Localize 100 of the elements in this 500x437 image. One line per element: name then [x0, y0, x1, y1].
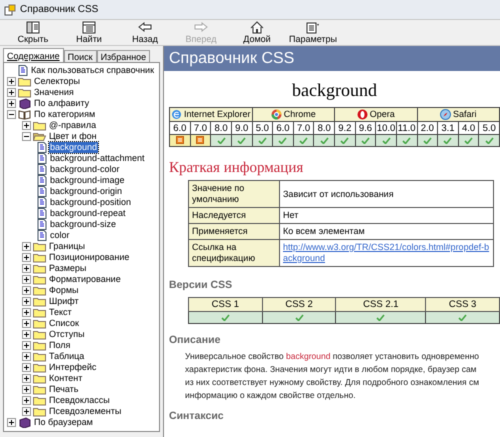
expand-toggle-icon[interactable] — [22, 253, 31, 262]
tree-item[interactable]: Псевдоклассы — [48, 395, 111, 406]
tree-item[interactable]: Таблица — [48, 351, 86, 362]
folder-icon — [33, 307, 46, 318]
toolbar-button[interactable]: Скрыть — [10, 21, 56, 45]
expand-toggle-icon[interactable] — [22, 352, 31, 361]
expand-toggle-icon[interactable] — [22, 275, 31, 284]
tree-item[interactable]: Контент — [48, 373, 84, 384]
expand-toggle-icon[interactable] — [22, 407, 31, 416]
tree-item[interactable]: Форматирование — [48, 274, 122, 285]
page-icon — [37, 153, 47, 164]
tab[interactable]: Избранное — [96, 50, 150, 62]
house-icon — [249, 21, 265, 34]
circle-logo-icon — [270, 109, 282, 120]
expand-toggle-icon[interactable] — [22, 385, 31, 394]
check-icon — [464, 136, 474, 144]
tree-item[interactable]: Позиционирование — [48, 252, 130, 263]
tree-item[interactable]: Интерфейс — [48, 362, 98, 373]
folder-icon — [33, 263, 46, 274]
tree-item[interactable]: background-origin — [49, 186, 124, 197]
tree-item[interactable]: Шрифт — [48, 296, 80, 307]
section-heading: Версии CSS — [169, 279, 234, 291]
toolbar-button[interactable]: Параметры — [290, 21, 336, 45]
page-icon — [37, 142, 47, 153]
expand-toggle-icon[interactable] — [22, 396, 31, 405]
description-paragraph: Универсальное свойство background позволяет установить одновременно характеристик фона. Значения могут идти в любом порядке, браузер сам из них соответствует нужному свойству. Для подробного ознакомления см информацию о каждом свойстве отдельно. — [185, 350, 480, 402]
expand-toggle-icon[interactable] — [22, 374, 31, 383]
table-cell: Применяется — [188, 224, 280, 240]
tree-item[interactable]: Псевдоэлементы — [48, 406, 122, 417]
expand-toggle-icon[interactable] — [22, 286, 31, 295]
tree-item[interactable]: background-repeat — [49, 208, 127, 219]
collapse-toggle-icon[interactable] — [22, 132, 31, 141]
expand-toggle-icon[interactable] — [22, 319, 31, 328]
tab[interactable]: Содержание — [3, 48, 64, 62]
tree-item[interactable]: По алфавиту — [33, 98, 90, 109]
collapse-toggle-icon[interactable] — [7, 110, 16, 119]
tree-item[interactable]: Значения — [33, 87, 75, 98]
expand-toggle-icon[interactable] — [22, 264, 31, 273]
compass-icon — [440, 109, 451, 120]
tree-item[interactable]: background — [49, 142, 98, 153]
check-icon — [402, 136, 412, 144]
expand-toggle-icon[interactable] — [7, 418, 16, 427]
tree-item[interactable]: Текст — [48, 307, 73, 318]
browser-name: Opera — [370, 109, 395, 120]
expand-toggle-icon[interactable] — [7, 88, 16, 97]
tree-item[interactable]: Формы — [48, 285, 80, 296]
folder-icon — [33, 373, 46, 384]
table-cell: CSS 1 — [188, 298, 262, 312]
folder-icon — [33, 241, 46, 252]
tree-item[interactable]: background-position — [49, 197, 132, 208]
tree-item[interactable]: Список — [48, 318, 80, 329]
expand-toggle-icon[interactable] — [22, 308, 31, 317]
check-icon — [278, 136, 288, 144]
tree-item[interactable]: Отступы — [48, 329, 86, 340]
tree-item[interactable]: Поля — [48, 340, 72, 351]
folder-icon — [33, 120, 46, 131]
tree-item[interactable]: Границы — [48, 241, 86, 252]
tree-item[interactable]: По категориям — [33, 109, 96, 120]
page-title: background — [291, 79, 378, 101]
folder-icon — [33, 340, 46, 351]
table-cell: Значение по умолчанию — [188, 180, 280, 208]
expand-toggle-icon[interactable] — [22, 121, 31, 130]
folder-icon — [33, 395, 46, 406]
tree-item[interactable]: Селекторы — [33, 76, 82, 87]
folder-icon — [18, 87, 31, 98]
tree-item[interactable]: @-правила — [48, 120, 98, 131]
folder-icon — [33, 318, 46, 329]
check-icon — [320, 136, 329, 144]
table-cell: CSS 2 — [262, 298, 336, 312]
expand-toggle-icon[interactable] — [7, 77, 16, 86]
toolbar-button[interactable]: Домой — [234, 21, 280, 45]
tree-item[interactable]: background-size — [49, 219, 118, 230]
browser-name: Safari — [452, 109, 476, 120]
letter-o-icon — [356, 109, 368, 120]
toolbar-button[interactable]: Найти — [66, 21, 112, 45]
tree-item[interactable]: background-attachment — [49, 153, 146, 164]
property-link[interactable]: background — [286, 351, 330, 361]
check-icon — [382, 136, 391, 144]
table-cell: CSS 3 — [426, 298, 500, 312]
right-arrow-icon — [193, 21, 209, 34]
tree-item[interactable]: Печать — [48, 384, 80, 395]
expand-toggle-icon[interactable] — [22, 242, 31, 251]
tree-item[interactable]: По браузерам — [33, 417, 94, 428]
expand-toggle-icon[interactable] — [22, 297, 31, 306]
expand-toggle-icon[interactable] — [22, 330, 31, 339]
tree-item[interactable]: Цвет и фон — [48, 131, 98, 142]
expand-toggle-icon[interactable] — [7, 99, 16, 108]
check-icon — [340, 136, 350, 144]
toolbar-button[interactable]: Назад — [122, 21, 168, 45]
folder-icon — [33, 274, 46, 285]
tab[interactable]: Поиск — [64, 50, 97, 62]
section-heading: Краткая информация — [169, 159, 304, 177]
tree-item[interactable]: Как пользоваться справочник — [30, 65, 156, 76]
tree-item[interactable]: background-image — [49, 175, 126, 186]
tree-item[interactable]: color — [49, 230, 71, 241]
expand-toggle-icon[interactable] — [22, 363, 31, 372]
expand-toggle-icon[interactable] — [22, 341, 31, 350]
tree-item[interactable]: background-color — [49, 164, 121, 175]
page-icon — [37, 164, 47, 175]
tree-item[interactable]: Размеры — [48, 263, 88, 274]
